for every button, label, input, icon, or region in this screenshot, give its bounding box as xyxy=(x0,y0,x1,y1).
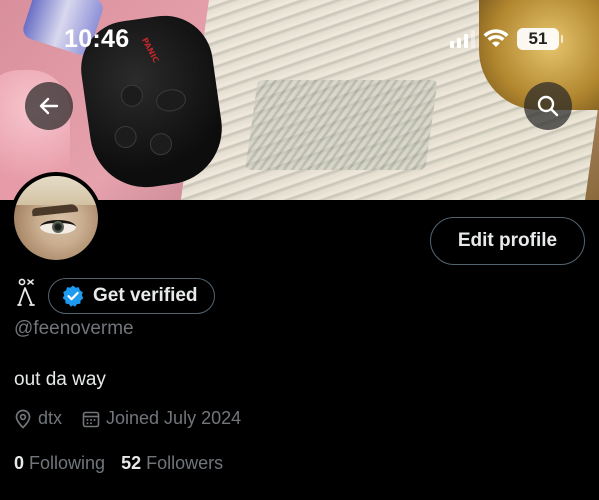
back-arrow-icon xyxy=(39,97,59,115)
fob-button xyxy=(119,83,145,109)
calendar-icon xyxy=(82,411,100,427)
avatar[interactable] xyxy=(10,172,102,264)
fob-button xyxy=(113,124,139,150)
back-button[interactable] xyxy=(25,82,73,130)
search-button[interactable] xyxy=(524,82,572,130)
search-icon xyxy=(537,95,559,117)
followers-label: Followers xyxy=(146,453,224,473)
status-icons: 51 xyxy=(450,28,563,50)
followers-count: 52 xyxy=(121,453,142,473)
wifi-icon xyxy=(483,29,509,47)
verified-badge-icon xyxy=(62,285,84,307)
following-label: Following xyxy=(29,453,106,473)
join-date-text: Joined July 2024 xyxy=(106,408,242,428)
profile-meta: dtx Joined July 2024 xyxy=(14,408,241,429)
name-glyph-icon xyxy=(17,278,35,306)
fob-button xyxy=(154,87,188,114)
location: dtx xyxy=(14,408,62,429)
user-handle: @feenoverme xyxy=(14,318,134,339)
user-bio: out da way xyxy=(14,369,106,390)
get-verified-label: Get verified xyxy=(93,285,198,306)
follow-stats: 0 Following 52 Followers xyxy=(14,453,223,474)
fob-text: PANIC xyxy=(139,36,161,65)
following-link[interactable]: 0 Following xyxy=(14,453,105,474)
followers-link[interactable]: 52 Followers xyxy=(121,453,223,474)
battery-icon: 51 xyxy=(517,28,563,50)
signal-icon xyxy=(450,30,475,48)
location-text: dtx xyxy=(38,408,63,428)
following-count: 0 xyxy=(14,453,25,473)
get-verified-button[interactable]: Get verified xyxy=(48,278,215,314)
join-date: Joined July 2024 xyxy=(82,408,241,429)
fob-button xyxy=(148,131,174,157)
edit-profile-button[interactable]: Edit profile xyxy=(430,217,585,265)
location-pin-icon xyxy=(15,409,31,429)
status-time: 10:46 xyxy=(64,25,130,53)
